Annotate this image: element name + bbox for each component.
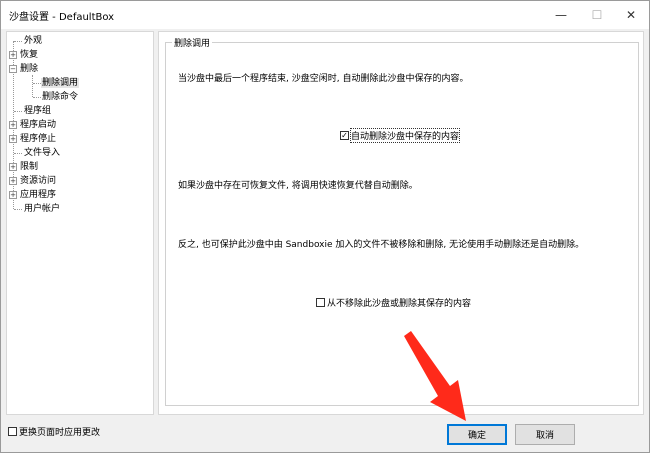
collapse-icon[interactable]: − xyxy=(9,65,17,73)
quick-recovery-description: 如果沙盘中存在可恢复文件, 将调用快速恢复代替自动删除。 xyxy=(178,181,418,191)
expand-icon[interactable]: + xyxy=(9,121,17,129)
tree-line xyxy=(14,209,22,210)
tree-line xyxy=(14,153,22,154)
tree-item-label: 外观 xyxy=(24,36,43,46)
checkbox-unchecked-icon[interactable] xyxy=(316,298,325,307)
tree-line xyxy=(14,41,22,42)
tree-line xyxy=(14,111,22,112)
tree-item-label: 删除 xyxy=(20,64,39,74)
title-bar: 沙盘设置 - DefaultBox — ☐ ✕ xyxy=(1,1,649,29)
tree-item-label: 资源访问 xyxy=(20,176,57,186)
tree-item-applications[interactable]: + 应用程序 xyxy=(9,188,57,202)
minimize-button[interactable]: — xyxy=(543,1,579,29)
tree-item-label: 恢复 xyxy=(20,50,39,60)
auto-delete-description: 当沙盘中最后一个程序结束, 沙盘空闲时, 自动删除此沙盘中保存的内容。 xyxy=(178,74,469,84)
tree-line xyxy=(33,83,41,84)
settings-window: 沙盘设置 - DefaultBox — ☐ ✕ 外观 + 恢复 − 删除 删除调用 … xyxy=(0,0,650,453)
delete-invocation-group: 删除调用 当沙盘中最后一个程序结束, 沙盘空闲时, 自动删除此沙盘中保存的内容。… xyxy=(165,36,639,406)
checkbox-unchecked-icon[interactable] xyxy=(8,427,17,436)
tree-item-delete[interactable]: − 删除 xyxy=(9,62,39,76)
tree-item-program-start[interactable]: + 程序启动 xyxy=(9,118,57,132)
expand-icon[interactable]: + xyxy=(9,163,17,171)
tree-item-label: 程序组 xyxy=(24,106,52,116)
tree-item-label: 用户帐户 xyxy=(24,204,61,214)
expand-icon[interactable]: + xyxy=(9,135,17,143)
tree-item-resource-access[interactable]: + 资源访问 xyxy=(9,174,57,188)
settings-tree: 外观 + 恢复 − 删除 删除调用 删除命令 程序组 + 程序启动 + 程序停止 文件导… xyxy=(6,31,154,415)
tree-item-label: 限制 xyxy=(20,162,39,172)
expand-icon[interactable]: + xyxy=(9,177,17,185)
tree-item-label: 删除调用 xyxy=(41,78,80,88)
maximize-button[interactable]: ☐ xyxy=(579,1,615,29)
tree-item-delete-invocation[interactable]: 删除调用 xyxy=(41,76,80,90)
cancel-button[interactable]: 取消 xyxy=(515,424,575,445)
expand-icon[interactable]: + xyxy=(9,51,17,59)
checkbox-checked-icon[interactable]: ✓ xyxy=(340,131,349,140)
never-delete-checkbox[interactable]: 从不移除此沙盘或删除其保存的内容 xyxy=(316,296,471,309)
tree-item-program-stop[interactable]: + 程序停止 xyxy=(9,132,57,146)
protect-description: 反之, 也可保护此沙盘中由 Sandboxie 加入的文件不被移除和删除, 无论… xyxy=(178,240,585,250)
tree-item-label: 程序停止 xyxy=(20,134,57,144)
checkbox-label: 自动删除沙盘中保存的内容 xyxy=(349,128,461,143)
settings-panel: 删除调用 当沙盘中最后一个程序结束, 沙盘空闲时, 自动删除此沙盘中保存的内容。… xyxy=(158,31,644,415)
tree-line xyxy=(33,97,41,98)
apply-on-page-change-checkbox[interactable]: 更换页面时应用更改 xyxy=(8,425,100,438)
tree-item-restrictions[interactable]: + 限制 xyxy=(9,160,39,174)
checkbox-label: 从不移除此沙盘或删除其保存的内容 xyxy=(327,299,472,309)
close-button[interactable]: ✕ xyxy=(613,1,649,29)
checkbox-label: 更换页面时应用更改 xyxy=(19,428,101,438)
tree-item-label: 文件导入 xyxy=(24,148,61,158)
expand-icon[interactable]: + xyxy=(9,191,17,199)
tree-item-appearance[interactable]: 外观 xyxy=(23,34,43,48)
tree-item-delete-command[interactable]: 删除命令 xyxy=(41,90,79,104)
tree-item-file-import[interactable]: 文件导入 xyxy=(23,146,61,160)
ok-button[interactable]: 确定 xyxy=(447,424,507,445)
window-title: 沙盘设置 - DefaultBox xyxy=(9,12,115,23)
auto-delete-checkbox[interactable]: ✓ 自动删除沙盘中保存的内容 xyxy=(340,128,461,143)
tree-line xyxy=(32,75,33,97)
tree-item-user-accounts[interactable]: 用户帐户 xyxy=(23,202,61,216)
group-title: 删除调用 xyxy=(172,36,213,49)
tree-item-label: 删除命令 xyxy=(42,92,79,102)
tree-item-program-groups[interactable]: 程序组 xyxy=(23,104,52,118)
tree-item-label: 应用程序 xyxy=(20,190,57,200)
tree-item-label: 程序启动 xyxy=(20,120,57,130)
tree-item-recovery[interactable]: + 恢复 xyxy=(9,48,39,62)
